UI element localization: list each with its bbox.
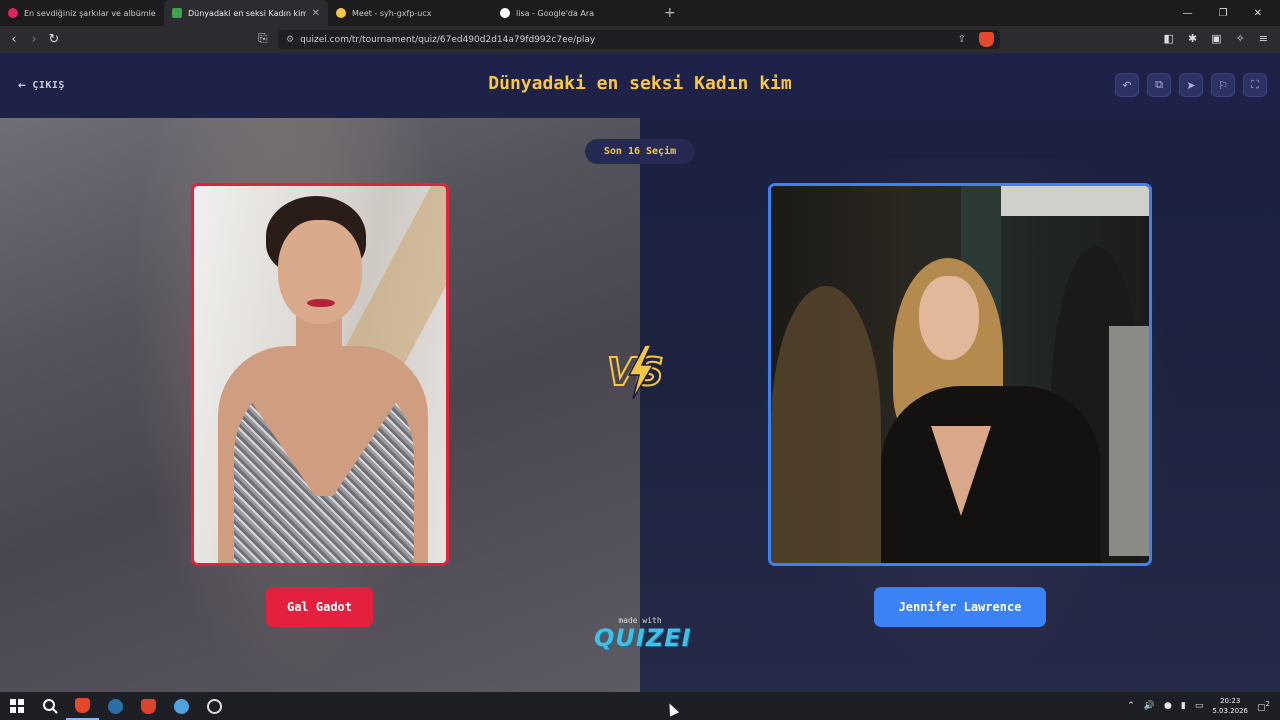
tab-title: Dünyadaki en seksi Kadın kim - Qu [188,8,306,18]
browser-tab-3[interactable]: Meet - syh-gxfp-ucx [328,0,492,26]
made-with-quizei-logo[interactable]: made with QUIZEI [594,616,692,652]
chevron-up-icon[interactable]: ⌃ [1127,701,1135,711]
close-tab-icon[interactable]: ✕ [312,8,320,19]
quizei-logo-text: QUIZEI [594,624,692,652]
browser-tab-1[interactable]: En sevdiğiniz şarkılar ve albümleri di [0,0,164,26]
back-icon[interactable]: ‹ [4,32,24,47]
browser-tab-4[interactable]: lisa - Google'da Ara [492,0,656,26]
clock-date: 5.03.2026 [1212,707,1249,715]
arrow-left-icon: ← [18,78,27,93]
shield-app-icon[interactable] [132,692,165,720]
taskbar: ⌃ 🔊 ● ▮ ▭ 20:23 5.03.2026 ▢2 [0,692,1280,720]
bookmark-icon[interactable]: ⎘ [258,31,268,46]
url-text: quizei.com/tr/tournament/quiz/67ed490d2d… [300,34,596,45]
page-title: Dünyadaki en seksi Kadın kim [488,73,792,94]
quizei-favicon-icon [172,8,182,18]
leo-ai-icon[interactable]: ✧ [1236,32,1245,45]
tab-title: En sevdiğiniz şarkılar ve albümleri di [24,8,156,18]
tab-title: lisa - Google'da Ara [516,8,595,18]
display-icon[interactable]: ▭ [1195,701,1204,711]
volume-icon[interactable]: 🔊 [1144,701,1155,711]
address-bar-row: ‹ › ↻ ⎘ ⚙ quizei.com/tr/tournament/quiz/… [0,26,1280,53]
browser-tab-2[interactable]: Dünyadaki en seksi Kadın kim - Qu ✕ [164,0,328,26]
close-window-icon[interactable]: ✕ [1254,8,1262,19]
steam-icon[interactable] [99,692,132,720]
contestant-photo-left [194,186,446,563]
copy-icon[interactable]: ⧉ [1147,73,1171,97]
extension-icons: ◧ ✱ ▣ ✧ ≡ [1164,32,1268,45]
search-icon[interactable] [33,692,66,720]
microphone-icon[interactable]: ▮ [1181,701,1186,711]
notification-count: 2 [1265,699,1270,708]
send-icon[interactable]: ➤ [1179,73,1203,97]
youtube-music-icon [8,8,18,18]
system-tray: ⌃ 🔊 ● ▮ ▭ 20:23 5.03.2026 ▢2 [1127,696,1280,716]
brave-browser-icon[interactable] [66,692,99,720]
choose-right-button[interactable]: Jennifer Lawrence [874,587,1046,627]
extension-icon[interactable]: ◧ [1164,32,1174,45]
contestant-photo-right [771,186,1149,563]
clock[interactable]: 20:23 5.03.2026 [1212,696,1248,716]
google-meet-icon [336,8,346,18]
choose-left-button[interactable]: Gal Gadot [266,587,373,627]
restore-icon[interactable]: ❐ [1219,8,1228,19]
droplet-app-icon[interactable] [165,692,198,720]
url-field[interactable]: ⚙ quizei.com/tr/tournament/quiz/67ed490d… [278,30,1000,49]
forward-icon[interactable]: › [24,32,44,47]
reload-icon[interactable]: ↻ [44,32,64,47]
new-tab-button[interactable]: + [664,5,676,21]
puzzle-icon[interactable]: ✱ [1188,32,1197,45]
share-icon[interactable]: ⇪ [958,34,966,45]
vs-lightning-icon: VS [605,341,675,401]
notification-icon[interactable]: ▢2 [1257,700,1270,713]
flag-icon[interactable]: ⚐ [1211,73,1235,97]
round-badge: Son 16 Seçim [585,139,695,164]
exit-button[interactable]: ← ÇIKIŞ [18,78,65,93]
exit-label: ÇIKIŞ [32,80,65,91]
record-app-icon[interactable] [198,692,231,720]
brave-shields-icon[interactable] [979,32,994,47]
minimize-icon[interactable]: — [1183,8,1193,19]
google-icon [500,8,510,18]
window-controls: — ❐ ✕ [1183,8,1280,19]
quiz-toolbar: ↶ ⧉ ➤ ⚐ ⛶ [1115,73,1267,97]
sidebar-icon[interactable]: ▣ [1211,32,1221,45]
undo-icon[interactable]: ↶ [1115,73,1139,97]
network-icon[interactable]: ● [1164,701,1172,711]
browser-tab-bar: En sevdiğiniz şarkılar ve albümleri di D… [0,0,1280,26]
site-info-icon[interactable]: ⚙ [286,35,294,45]
fullscreen-icon[interactable]: ⛶ [1243,73,1267,97]
quiz-header: ← ÇIKIŞ Dünyadaki en seksi Kadın kim ↶ ⧉… [0,53,1280,118]
contestant-card-right[interactable] [768,183,1152,566]
clock-time: 20:23 [1220,697,1241,705]
contestant-card-left[interactable] [191,183,449,566]
tab-title: Meet - syh-gxfp-ucx [352,8,432,18]
quiz-page: ← ÇIKIŞ Dünyadaki en seksi Kadın kim ↶ ⧉… [0,53,1280,692]
windows-start-icon[interactable] [0,692,33,720]
menu-icon[interactable]: ≡ [1259,32,1268,45]
